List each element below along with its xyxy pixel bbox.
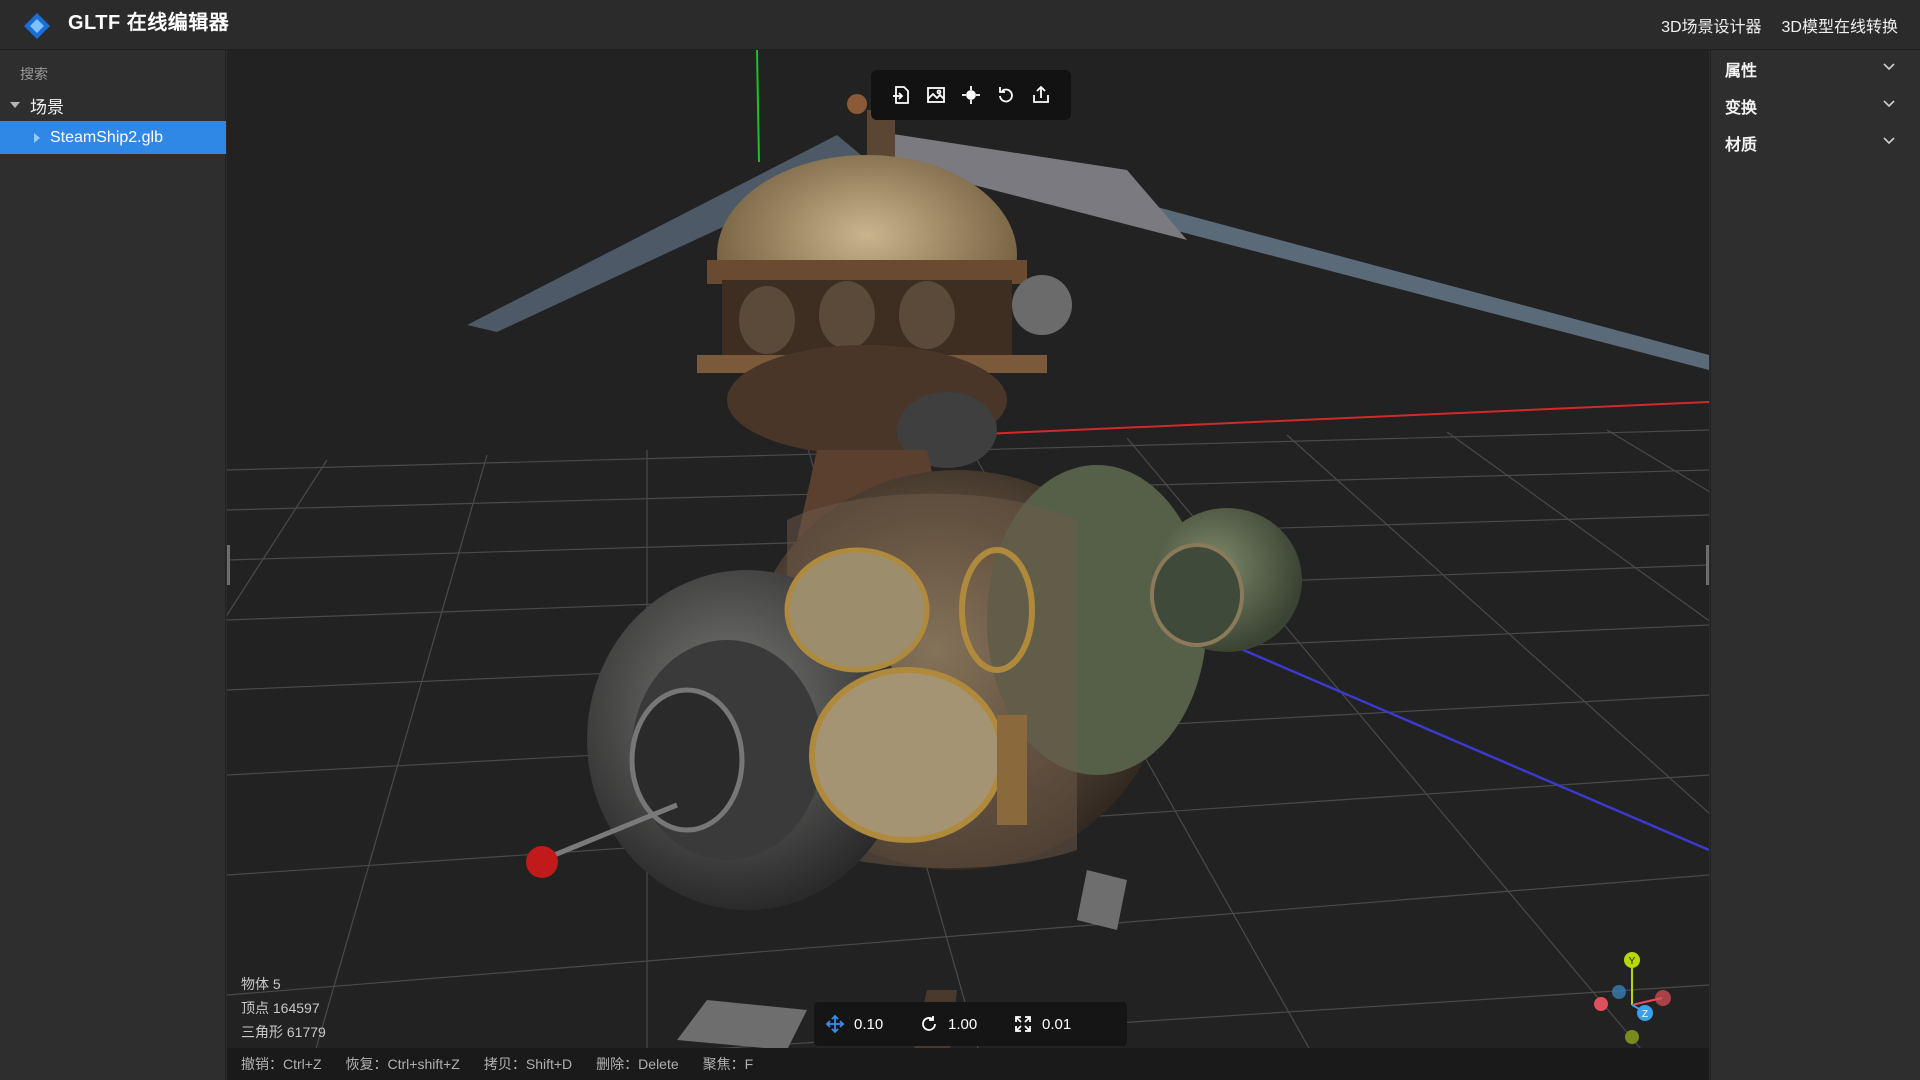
move-icon: [824, 1013, 846, 1035]
rotate-control[interactable]: 1.00: [908, 1002, 1002, 1046]
object-count: 物体 5: [241, 976, 281, 992]
top-nav: 3D场景设计器 3D模型在线转换: [1661, 0, 1898, 50]
image-icon: [926, 87, 945, 103]
reset-rotate-button[interactable]: [992, 81, 1020, 109]
gizmo-y-label: Y: [1629, 956, 1636, 967]
left-resize-handle[interactable]: [227, 545, 230, 585]
properties-panel: 属性 变换 材质: [1710, 50, 1920, 1080]
section-transform-label: 变换: [1725, 99, 1758, 117]
scale-value[interactable]: 0.01: [1042, 1016, 1086, 1033]
model-converter-link[interactable]: 3D模型在线转换: [1782, 13, 1898, 37]
shortcut-copy: 拷贝：Shift+D: [483, 1056, 573, 1072]
image-button[interactable]: [922, 81, 950, 109]
scale-icon: [1012, 1013, 1034, 1035]
caret-right-icon[interactable]: [34, 132, 40, 143]
gizmo-neg-y: [1625, 1030, 1639, 1044]
app-title: GLTF 在线编辑器: [68, 12, 230, 34]
shortcut-focus: 聚焦：F: [702, 1056, 754, 1072]
chevron-down-icon[interactable]: [1882, 59, 1896, 78]
gizmo-neg-z: [1612, 985, 1626, 999]
rotate-icon: [918, 1013, 940, 1035]
section-properties[interactable]: 属性: [1711, 50, 1920, 87]
reset-rotate-icon: [999, 87, 1014, 103]
section-material[interactable]: 材质: [1711, 124, 1920, 161]
import-button[interactable]: [887, 81, 915, 109]
shortcut-delete: 删除：Delete: [596, 1056, 679, 1072]
caret-down-icon[interactable]: [10, 102, 20, 108]
focus-button[interactable]: [957, 81, 985, 109]
shortcut-redo: 恢复：Ctrl+shift+Z: [345, 1056, 460, 1072]
tree-item-label: SteamShip2.glb: [50, 128, 163, 146]
scene-stats: 物体 5 顶点 164597 三角形 61779: [241, 972, 326, 1044]
gizmo-x-axis: [1655, 990, 1671, 1006]
export-button[interactable]: [1027, 81, 1055, 109]
scene-designer-link[interactable]: 3D场景设计器: [1661, 13, 1761, 37]
gizmo-z-label: Z: [1642, 1009, 1648, 1020]
focus-icon: [961, 86, 980, 104]
app-logo-icon: [24, 13, 50, 39]
top-bar: GLTF 在线编辑器 3D场景设计器 3D模型在线转换: [0, 0, 1920, 50]
scene-render[interactable]: [227, 50, 1709, 1080]
scale-control[interactable]: 0.01: [1002, 1002, 1096, 1046]
triangle-count: 三角形 61779: [241, 1024, 326, 1040]
chevron-down-icon[interactable]: [1882, 133, 1896, 152]
axis-gizmo[interactable]: Y Z: [1577, 940, 1687, 1050]
search-input[interactable]: 搜索: [20, 64, 48, 84]
scene-sidebar: 搜索 场景 SteamShip2.glb: [0, 50, 226, 1080]
rotate-value[interactable]: 1.00: [948, 1016, 992, 1033]
section-material-label: 材质: [1725, 136, 1758, 154]
section-properties-label: 属性: [1725, 62, 1758, 80]
transform-controls: 0.10 1.00 0.01: [814, 1002, 1127, 1046]
tree-node-scene-label: 场景: [30, 97, 64, 117]
shortcut-undo: 撤销：Ctrl+Z: [241, 1056, 322, 1072]
right-resize-handle[interactable]: [1706, 545, 1709, 585]
shortcut-hints: 撤销：Ctrl+Z 恢复：Ctrl+shift+Z 拷贝：Shift+D 删除：…: [227, 1048, 1709, 1080]
chevron-down-icon[interactable]: [1882, 96, 1896, 115]
translate-control[interactable]: 0.10: [814, 1002, 908, 1046]
translate-value[interactable]: 0.10: [854, 1016, 898, 1033]
3d-viewport[interactable]: 物体 5 顶点 164597 三角形 61779 0.10 1.00 0.01 …: [227, 50, 1709, 1080]
tree-item-steamship[interactable]: SteamShip2.glb: [0, 121, 226, 154]
export-icon: [1033, 85, 1050, 103]
import-icon: [892, 86, 909, 104]
viewport-toolbar: [871, 70, 1071, 120]
vertex-count: 顶点 164597: [241, 1000, 320, 1016]
tree-node-scene[interactable]: 场景: [0, 91, 226, 119]
gizmo-neg-x: [1594, 997, 1608, 1011]
section-transform[interactable]: 变换: [1711, 87, 1920, 124]
